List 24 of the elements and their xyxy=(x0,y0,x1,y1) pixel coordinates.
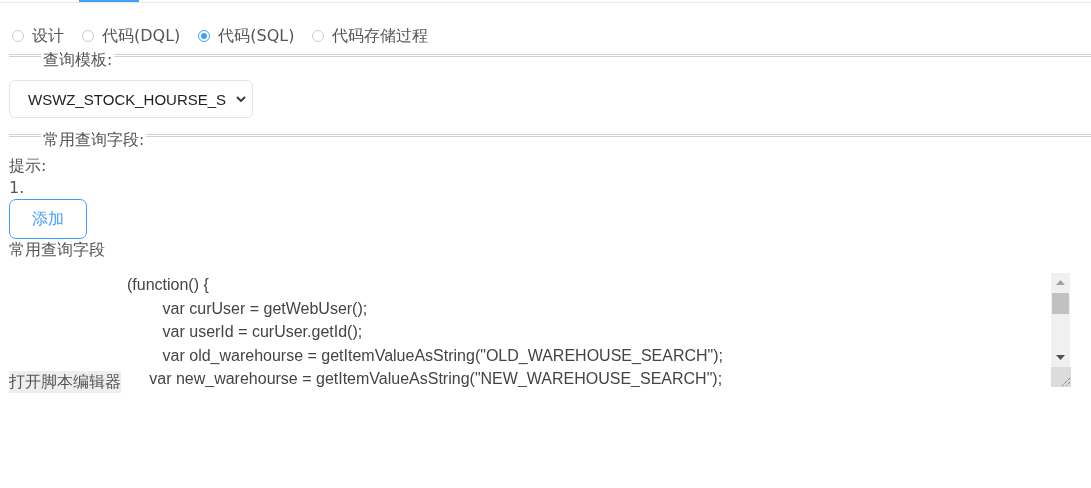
active-tab-indicator xyxy=(79,0,139,2)
mode-radio-option[interactable]: 设计 xyxy=(12,25,64,47)
mode-radio-option[interactable]: 代码(DQL) xyxy=(82,25,181,47)
code-line: var new_warehourse = getItemValueAsString("NEW_WAREHOUSE_SEARCH"); xyxy=(148,369,724,387)
fieldset-legend: 常用查询字段: xyxy=(41,129,147,151)
code-line: var old_warehourse = getItemValueAsString("OLD_WAREHOUSE_SEARCH"); xyxy=(161,345,725,366)
template-select[interactable]: WSWZ_STOCK_HOURSE_S xyxy=(9,80,253,118)
hint-item: 1. xyxy=(9,177,26,199)
resize-grip-icon[interactable] xyxy=(1050,367,1071,387)
scroll-down-icon xyxy=(1056,355,1065,360)
hint-label: 提示: xyxy=(9,155,48,177)
code-line: var userId = curUser.getId(); xyxy=(161,322,364,342)
section-label: 常用查询字段 xyxy=(9,239,106,261)
mode-radio-option[interactable]: 代码(SQL) xyxy=(198,25,295,47)
mode-radio-option[interactable]: 代码存储过程 xyxy=(312,25,429,47)
code-line: var curUser = getWebUser(); xyxy=(161,298,369,319)
scroll-up-icon xyxy=(1056,280,1065,285)
fieldset-legend: 查询模板: xyxy=(41,49,115,71)
script-code-area[interactable] xyxy=(125,273,1070,387)
open-script-editor-button[interactable]: 打开脚本编辑器 xyxy=(9,371,121,393)
scrollbar-thumb[interactable] xyxy=(1052,293,1069,314)
vertical-scrollbar[interactable] xyxy=(1051,273,1070,387)
chevron-down-icon xyxy=(236,95,246,103)
code-line: (function() { xyxy=(127,275,210,295)
